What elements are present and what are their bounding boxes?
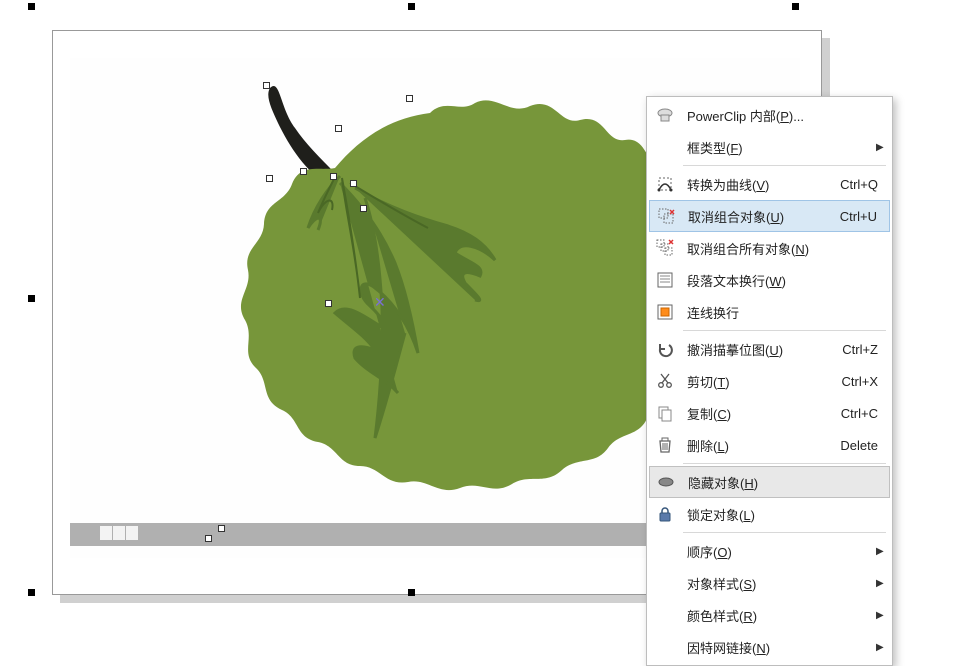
lock-icon [649,505,681,523]
menu-item-10[interactable]: 剪切(T)Ctrl+X [649,365,890,397]
menu-item-20[interactable]: 因特网链接(N)▶ [649,631,890,663]
object-handle[interactable] [325,300,332,307]
selection-handle[interactable] [28,3,35,10]
menu-item-label: 段落文本换行(W) [681,271,890,290]
submenu-arrow-icon: ▶ [876,142,890,153]
object-handle[interactable] [335,125,342,132]
context-menu[interactable]: PowerClip 内部(P)...框类型(F)▶转换为曲线(V)Ctrl+Q取… [646,96,893,666]
menu-item-12[interactable]: 删除(L)Delete [649,429,890,461]
menu-item-label: 取消组合对象(U) [682,207,840,226]
menu-separator [683,463,886,464]
menu-item-label: 隐藏对象(H) [682,473,889,492]
menu-item-6[interactable]: 段落文本换行(W) [649,264,890,296]
object-handle[interactable] [350,180,357,187]
menu-item-9[interactable]: 撤消描摹位图(U)Ctrl+Z [649,333,890,365]
menu-separator [683,330,886,331]
menu-item-shortcut: Ctrl+C [841,406,890,421]
status-bar-icons [100,526,140,542]
menu-item-4[interactable]: 取消组合对象(U)Ctrl+U [649,200,890,232]
object-handle[interactable] [406,95,413,102]
ungroup-icon [650,207,682,225]
delete-icon [649,436,681,454]
menu-item-label: 撤消描摹位图(U) [681,340,842,359]
copy-icon [649,404,681,422]
menu-item-label: 转换为曲线(V) [681,175,840,194]
connector-icon [649,303,681,321]
leaf-image[interactable] [160,68,720,548]
menu-item-shortcut: Ctrl+Q [840,177,890,192]
menu-item-18[interactable]: 对象样式(S)▶ [649,567,890,599]
object-handle[interactable] [205,535,212,542]
object-handle[interactable] [218,525,225,532]
menu-item-3[interactable]: 转换为曲线(V)Ctrl+Q [649,168,890,200]
menu-item-label: 顺序(O) [681,542,876,561]
object-handle[interactable] [300,168,307,175]
submenu-arrow-icon: ▶ [876,610,890,621]
object-handle[interactable] [330,173,337,180]
hide-icon [650,473,682,491]
menu-separator [683,165,886,166]
menu-item-shortcut: Ctrl+Z [842,342,890,357]
menu-separator [683,532,886,533]
menu-item-label: 删除(L) [681,436,840,455]
menu-item-label: 因特网链接(N) [681,638,876,657]
menu-item-7[interactable]: 连线换行 [649,296,890,328]
object-handle[interactable] [360,205,367,212]
menu-item-0[interactable]: PowerClip 内部(P)... [649,99,890,131]
object-handle[interactable] [263,82,270,89]
menu-item-19[interactable]: 颜色样式(R)▶ [649,599,890,631]
menu-item-shortcut: Ctrl+U [840,209,889,224]
menu-item-label: 复制(C) [681,404,841,423]
selection-center[interactable]: ✕ [374,297,384,307]
menu-item-label: 对象样式(S) [681,574,876,593]
submenu-arrow-icon: ▶ [876,546,890,557]
menu-item-5[interactable]: 取消组合所有对象(N) [649,232,890,264]
menu-item-label: PowerClip 内部(P)... [681,106,890,125]
menu-item-17[interactable]: 顺序(O)▶ [649,535,890,567]
menu-item-14[interactable]: 隐藏对象(H) [649,466,890,498]
selection-handle[interactable] [408,589,415,596]
submenu-arrow-icon: ▶ [876,578,890,589]
menu-item-label: 框类型(F) [681,138,876,157]
powerclip-icon [649,106,681,124]
menu-item-shortcut: Delete [840,438,890,453]
menu-item-15[interactable]: 锁定对象(L) [649,498,890,530]
menu-item-label: 连线换行 [681,303,890,322]
undo-icon [649,340,681,358]
menu-item-label: 取消组合所有对象(N) [681,239,890,258]
menu-item-label: 锁定对象(L) [681,505,890,524]
submenu-arrow-icon: ▶ [876,642,890,653]
cut-icon [649,372,681,390]
selection-handle[interactable] [28,295,35,302]
selection-handle[interactable] [28,589,35,596]
paragraph-icon [649,271,681,289]
selection-handle[interactable] [792,3,799,10]
menu-item-11[interactable]: 复制(C)Ctrl+C [649,397,890,429]
menu-item-1[interactable]: 框类型(F)▶ [649,131,890,163]
ungroupall-icon [649,239,681,257]
menu-item-label: 剪切(T) [681,372,842,391]
tocurve-icon [649,175,681,193]
menu-item-label: 颜色样式(R) [681,606,876,625]
menu-item-shortcut: Ctrl+X [842,374,890,389]
object-handle[interactable] [266,175,273,182]
selection-handle[interactable] [408,3,415,10]
